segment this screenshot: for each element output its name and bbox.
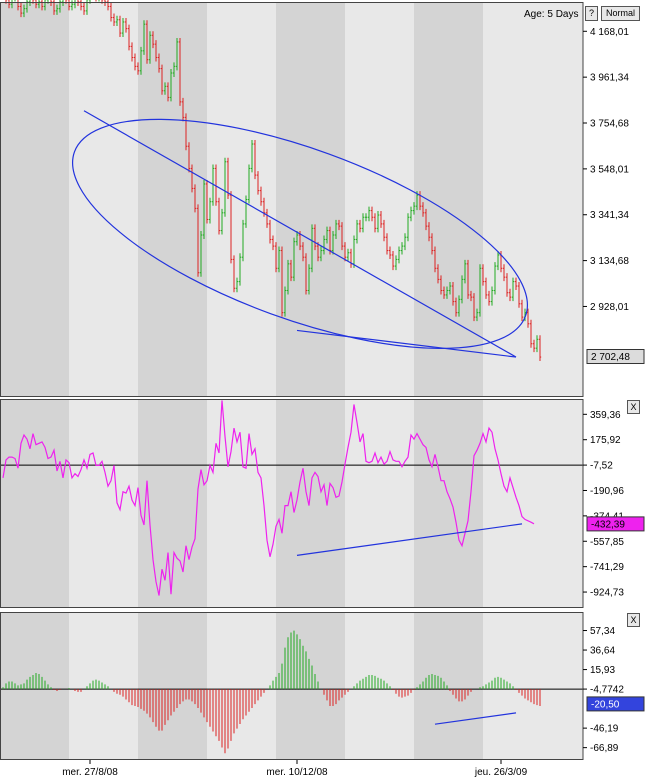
panel-band [0,612,69,760]
y-tick-label: -4,7742 [590,685,624,696]
close-oscillator-icon[interactable]: X [627,400,640,414]
y-tick-label: 3 134,68 [590,256,629,267]
y-tick-label: -46,19 [590,724,619,735]
y-tick-label: 15,93 [590,665,615,676]
last-value-label: -20,50 [591,699,620,710]
mode-button[interactable]: Normal [601,6,640,21]
age-label: Age: 5 Days [524,9,579,20]
y-tick-label: -924,73 [590,588,624,599]
panel-band [276,399,345,608]
y-tick-label: 3 961,34 [590,73,629,84]
y-tick-label: 3 548,01 [590,164,629,175]
y-tick-label: -741,29 [590,562,624,573]
panel-band [276,612,345,760]
y-tick-label: 3 341,34 [590,210,629,221]
panel-band [0,399,69,608]
y-tick-label: -557,85 [590,537,624,548]
panel-band [414,399,483,608]
y-tick-label: 2 928,01 [590,302,629,313]
panel-band [414,612,483,760]
y-tick-label: -66,89 [590,743,619,754]
last-value-label: 2 702,48 [591,352,630,363]
x-tick-label: mer. 10/12/08 [266,767,328,778]
y-tick-label: 4 168,01 [590,27,629,38]
x-tick-label: jeu. 26/3/09 [474,767,528,778]
panel-band [138,2,207,397]
y-tick-label: 3 754,68 [590,119,629,130]
y-tick-label: -190,96 [590,486,624,497]
panel-band [276,2,345,397]
y-tick-label: 36,64 [590,646,615,657]
trading-chart: 4 168,01 3 961,34 3 754,68 3 548,01 3 341,34… [0,0,645,778]
panel-band [138,612,207,760]
help-button[interactable]: ? [585,6,598,21]
y-tick-label: -7,52 [590,461,613,472]
y-tick-label: 359,36 [590,410,621,421]
panel-band [0,2,69,397]
close-histogram-icon[interactable]: X [627,613,640,627]
y-tick-label: 57,34 [590,626,615,637]
y-tick-label: 175,92 [590,435,621,446]
panel-band [414,2,483,397]
x-tick-label: mer. 27/8/08 [62,767,118,778]
last-value-label: -432,39 [591,519,625,530]
